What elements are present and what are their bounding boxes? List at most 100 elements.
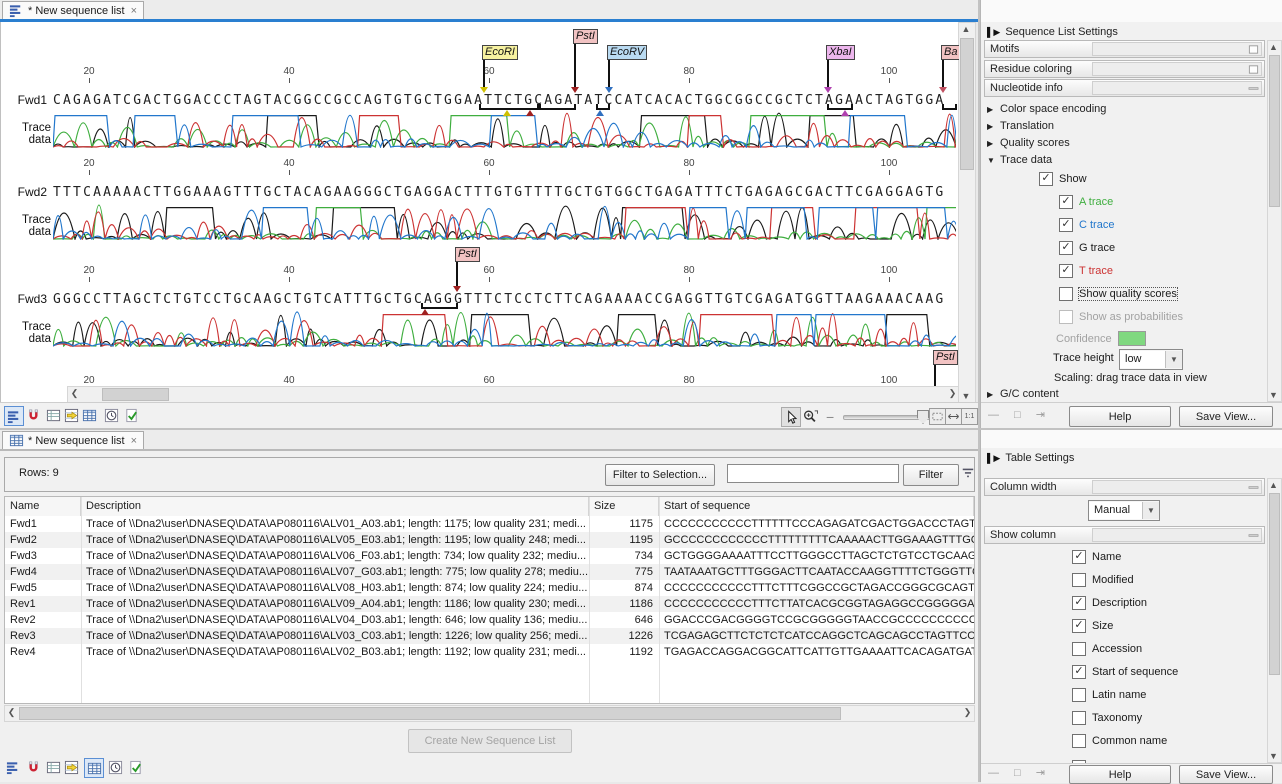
table-row[interactable]: Rev1Trace of \\Dna2\user\DNASEQ\DATA\AP0… — [5, 596, 974, 612]
trace-chromatogram-Fwd3[interactable] — [53, 309, 956, 347]
selection-cursor-button[interactable] — [781, 407, 801, 427]
column-separator[interactable] — [81, 497, 82, 703]
horizontal-splitter[interactable] — [0, 428, 1282, 430]
panel-layout-icons[interactable]: — □ ⇥ — [988, 408, 1051, 421]
table-row[interactable]: Fwd3Trace of \\Dna2\user\DNASEQ\DATA\AP0… — [5, 548, 974, 564]
create-new-sequence-list-button[interactable]: Create New Sequence List — [408, 729, 572, 753]
tab-close-icon[interactable]: × — [131, 5, 137, 17]
filter-button[interactable]: Filter — [903, 464, 959, 486]
vertical-scrollbar[interactable]: ▲ ▼ — [958, 22, 976, 404]
scrollbar-thumb[interactable] — [1269, 55, 1280, 207]
history-view-icon[interactable] — [102, 406, 120, 424]
checkbox[interactable]: ✓ — [1059, 241, 1073, 255]
group-column-width[interactable]: Column width — [984, 478, 1265, 496]
checkbox[interactable]: ✓ — [1059, 195, 1073, 209]
export-table-icon[interactable] — [62, 406, 80, 424]
checkbox[interactable] — [1059, 287, 1073, 301]
group-nucleotide-info[interactable]: Nucleotide info — [984, 79, 1265, 97]
nucleotide-info-item-quality-scores[interactable]: ▶Quality scores — [987, 137, 1070, 149]
tab-new-sequence-list[interactable]: * New sequence list × — [2, 1, 144, 19]
selection-mode-icon[interactable] — [24, 406, 42, 424]
table-row[interactable]: Rev4Trace of \\Dna2\user\DNASEQ\DATA\AP0… — [5, 644, 974, 660]
chevron-right-icon[interactable]: ▶ — [987, 122, 995, 131]
checkbox[interactable]: ✓ — [1072, 619, 1086, 633]
fit-view-button[interactable] — [929, 408, 946, 425]
scroll-down-arrow[interactable]: ▼ — [1268, 750, 1279, 762]
sequence-list-view-icon[interactable] — [4, 758, 22, 776]
restriction-site-Ba[interactable]: Ba — [941, 45, 959, 60]
panel-scrollbar[interactable]: ▲ ▼ — [1267, 478, 1282, 763]
collapse-icon[interactable] — [1248, 530, 1259, 541]
table-view-icon[interactable] — [80, 406, 98, 424]
sequence-list-view-icon[interactable] — [4, 406, 24, 426]
group-motifs[interactable]: Motifs — [984, 40, 1265, 58]
nucleotide-info-item-translation[interactable]: ▶Translation — [987, 120, 1054, 132]
table-row[interactable]: Rev3Trace of \\Dna2\user\DNASEQ\DATA\AP0… — [5, 628, 974, 644]
column-header-size[interactable]: Size — [589, 497, 659, 516]
scrollbar-thumb[interactable] — [102, 388, 169, 401]
column-header-description[interactable]: Description — [81, 497, 589, 516]
scroll-up-arrow[interactable]: ▲ — [1268, 41, 1279, 53]
gc-content-item[interactable]: ▶ G/C content — [987, 388, 1059, 400]
scrollbar-thumb[interactable] — [1269, 493, 1280, 675]
group-show-column[interactable]: Show column — [984, 526, 1265, 544]
help-button[interactable]: Help — [1069, 765, 1171, 784]
text-view-icon[interactable] — [44, 406, 62, 424]
restriction-site-PstI[interactable]: PstI — [933, 350, 958, 365]
chevron-right-icon[interactable]: ▶ — [987, 139, 995, 148]
sequence-residues[interactable]: TTTCAAAAACTTGGAAAGTTTGCTACAGAAGGGCTGAGGA… — [53, 185, 945, 200]
checkbox[interactable]: ✓ — [1072, 550, 1086, 564]
tab-new-sequence-list-table[interactable]: * New sequence list × — [2, 431, 144, 449]
advanced-filter-icon[interactable] — [961, 466, 975, 480]
column-separator[interactable] — [589, 497, 590, 703]
folder-icon[interactable] — [1248, 44, 1259, 55]
element-info-icon[interactable] — [122, 406, 140, 424]
panel-expander-icon[interactable]: ▌▶ — [987, 453, 1000, 464]
horizontal-scrollbar[interactable]: ❮ ❯ — [67, 386, 959, 402]
text-view-icon[interactable] — [44, 758, 62, 776]
checkbox[interactable] — [1072, 711, 1086, 725]
help-button[interactable]: Help — [1069, 406, 1171, 427]
scroll-up-arrow[interactable]: ▲ — [1268, 479, 1279, 491]
scrollbar-thumb[interactable] — [19, 707, 841, 720]
zoom-slider-thumb[interactable] — [917, 410, 929, 424]
checkbox[interactable] — [1072, 642, 1086, 656]
checkbox[interactable]: ✓ — [1072, 665, 1086, 679]
chevron-down-icon[interactable]: ▼ — [987, 156, 995, 165]
table-row[interactable]: Fwd4Trace of \\Dna2\user\DNASEQ\DATA\AP0… — [5, 564, 974, 580]
group-residue-coloring[interactable]: Residue coloring — [984, 60, 1265, 78]
table-row[interactable]: Fwd2Trace of \\Dna2\user\DNASEQ\DATA\AP0… — [5, 532, 974, 548]
scroll-up-arrow[interactable]: ▲ — [959, 23, 973, 36]
zoom-width-button[interactable] — [945, 408, 962, 425]
element-info-icon[interactable] — [126, 758, 144, 776]
nucleotide-info-item-trace-data[interactable]: ▼Trace data — [987, 154, 1052, 166]
trace-height-dropdown[interactable]: low ▼ — [1119, 349, 1183, 370]
table-row[interactable]: Fwd5Trace of \\Dna2\user\DNASEQ\DATA\AP0… — [5, 580, 974, 596]
sequence-canvas[interactable]: Fwd1Trace data20406080100CAGAGATCGACTGGA… — [0, 22, 959, 402]
table-row[interactable]: Rev2Trace of \\Dna2\user\DNASEQ\DATA\AP0… — [5, 612, 974, 628]
panel-expander-icon[interactable]: ▌▶ — [987, 27, 1000, 38]
confidence-color-swatch[interactable] — [1118, 331, 1146, 346]
history-view-icon[interactable] — [106, 758, 124, 776]
filter-to-selection-button[interactable]: Filter to Selection... — [605, 464, 715, 486]
table-row[interactable]: Fwd1Trace of \\Dna2\user\DNASEQ\DATA\AP0… — [5, 516, 974, 532]
checkbox[interactable] — [1072, 688, 1086, 702]
nucleotide-info-item-color-space-encoding[interactable]: ▶Color space encoding — [987, 103, 1106, 115]
scroll-down-arrow[interactable]: ▼ — [1268, 389, 1279, 401]
restriction-site-PstI[interactable]: PstI — [573, 29, 598, 44]
trace-chromatogram-Fwd2[interactable] — [53, 202, 956, 240]
restriction-site-PstI[interactable]: PstI — [455, 247, 480, 262]
sequence-residues[interactable]: GGGCCTTAGCTCTGTCCTGCAAGCTGTCATTTGCTGCAGG… — [53, 292, 945, 307]
collapse-icon[interactable] — [1248, 482, 1259, 493]
restriction-site-EcoRI[interactable]: EcoRI — [482, 45, 518, 60]
selection-mode-icon[interactable] — [24, 758, 42, 776]
panel-layout-icons[interactable]: — □ ⇥ — [988, 766, 1051, 779]
vertical-splitter[interactable] — [978, 0, 980, 782]
table-horizontal-scrollbar[interactable]: ❮ ❯ — [4, 705, 975, 722]
tab-close-icon[interactable]: × — [131, 435, 137, 447]
filter-input[interactable] — [727, 464, 899, 483]
scroll-left-arrow[interactable]: ❮ — [68, 387, 81, 400]
restriction-site-XbaI[interactable]: XbaI — [826, 45, 855, 60]
column-header-name[interactable]: Name — [5, 497, 81, 516]
sequence-table[interactable]: NameDescriptionSizeStart of sequence Fwd… — [4, 496, 975, 704]
